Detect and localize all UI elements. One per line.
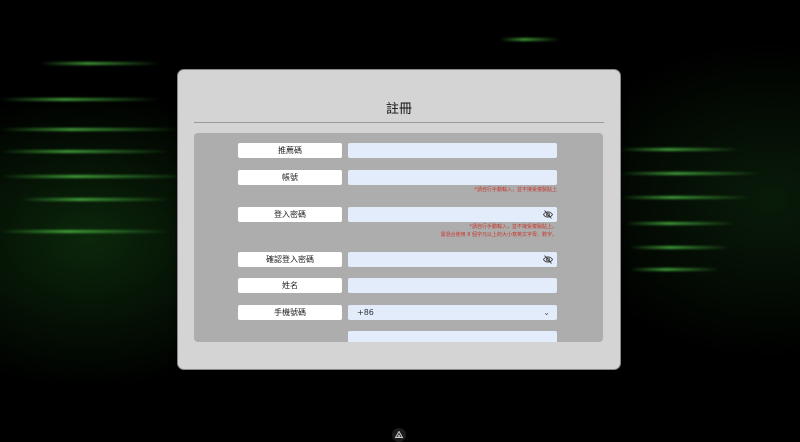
background-streak (630, 246, 730, 249)
register-modal: 註冊 推薦碼 帳號 *請自行手動輸入，並不接受複製貼上 登入密碼 *請自行手動輸… (178, 70, 620, 369)
background-streak (625, 222, 735, 225)
background-streak (0, 150, 170, 153)
triangle-logo-icon (395, 431, 403, 438)
account-label: 帳號 (238, 170, 342, 185)
password-input[interactable] (348, 207, 557, 222)
password-hint-line-2: 需混合使用 8 個字元以上的大小寫英文字母、數字。 (440, 232, 557, 238)
register-form: 推薦碼 帳號 *請自行手動輸入，並不接受複製貼上 登入密碼 *請自行手動輸入，並… (194, 133, 603, 342)
referral-code-input[interactable] (348, 143, 557, 158)
title-divider (194, 122, 604, 123)
password-label: 登入密碼 (238, 207, 342, 222)
chevron-down-icon: ⌄ (543, 308, 550, 317)
password-hint-line-1: *請自行手動輸入，並不接受複製貼上。 (469, 224, 557, 230)
background-streak (0, 98, 160, 101)
phone-country-code-select[interactable]: +86 ⌄ (348, 305, 557, 320)
background-streak (0, 175, 190, 178)
account-hint: *請自行手動輸入，並不接受複製貼上 (474, 187, 557, 193)
background-streak (620, 196, 750, 199)
confirm-password-input[interactable] (348, 252, 557, 267)
phone-number-input[interactable] (348, 331, 557, 342)
country-code-value: +86 (357, 308, 374, 317)
account-input[interactable] (348, 170, 557, 185)
background-streak (500, 38, 560, 41)
phone-label: 手機號碼 (238, 305, 342, 320)
background-streak (620, 172, 760, 175)
background-streak (620, 148, 740, 151)
background-streak (20, 198, 170, 201)
eye-slash-icon[interactable] (543, 255, 553, 264)
name-input[interactable] (348, 278, 557, 293)
eye-slash-icon[interactable] (543, 210, 553, 219)
modal-title: 註冊 (385, 102, 412, 117)
confirm-password-label: 確認登入密碼 (238, 252, 342, 267)
background-streak (630, 268, 720, 271)
background-streak (0, 230, 170, 233)
name-label: 姓名 (238, 278, 342, 293)
background-streak (0, 128, 180, 131)
background-streak (40, 62, 160, 65)
referral-code-label: 推薦碼 (238, 143, 342, 158)
